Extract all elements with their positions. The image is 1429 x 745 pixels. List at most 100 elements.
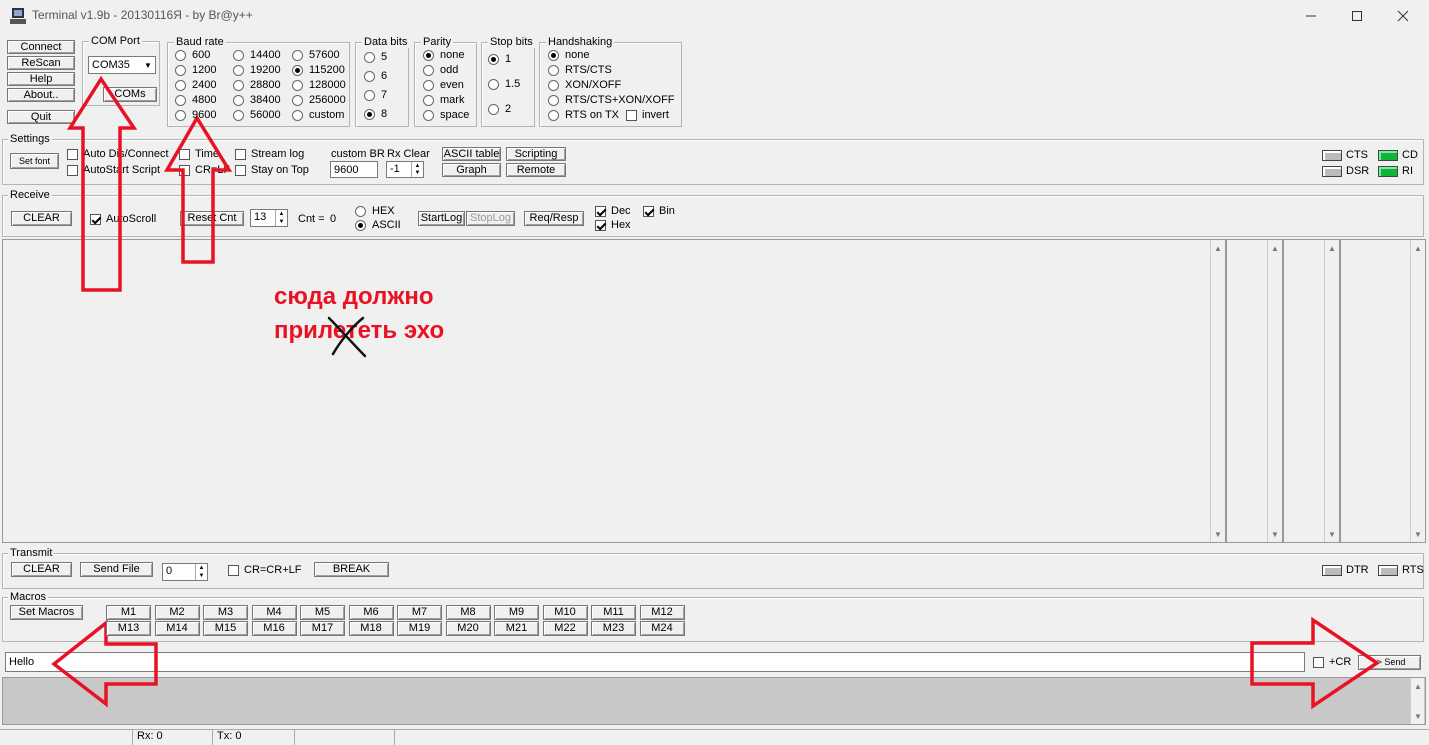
parity-radio-space[interactable]: space <box>423 110 469 121</box>
macro-button-m7[interactable]: M7 <box>397 605 442 620</box>
set-macros-button[interactable]: Set Macros <box>10 605 83 620</box>
macro-button-m24[interactable]: M24 <box>639 621 685 636</box>
macro-button-m8[interactable]: M8 <box>445 605 491 620</box>
baud-radio-1200[interactable]: 1200 <box>175 65 216 76</box>
data-bits-radio-5[interactable]: 5 <box>364 52 387 63</box>
baud-radio-custom[interactable]: custom <box>292 110 344 121</box>
ascii-radio[interactable]: ASCII <box>355 220 401 231</box>
parity-radio-none[interactable]: none <box>423 50 464 61</box>
baud-radio-4800[interactable]: 4800 <box>175 95 216 106</box>
startlog-button[interactable]: StartLog <box>418 211 465 226</box>
stop-bits-radio-1-5[interactable]: 1.5 <box>488 79 520 90</box>
scripting-button[interactable]: Scripting <box>506 147 566 161</box>
parity-radio-odd[interactable]: odd <box>423 65 458 76</box>
hex-scrollbar[interactable]: ▲ ▼ <box>1324 240 1338 542</box>
receive-clear-button[interactable]: CLEAR <box>11 211 72 226</box>
connect-button[interactable]: Connect <box>7 40 75 54</box>
parity-radio-even[interactable]: even <box>423 80 464 91</box>
baud-radio-128000[interactable]: 128000 <box>292 80 346 91</box>
data-bits-radio-7[interactable]: 7 <box>364 90 387 101</box>
macro-button-m17[interactable]: M17 <box>300 621 345 636</box>
help-button[interactable]: Help <box>7 72 75 86</box>
macro-button-m6[interactable]: M6 <box>348 605 394 620</box>
rescan-button[interactable]: ReScan <box>7 56 75 70</box>
maximize-button[interactable] <box>1334 0 1380 31</box>
scroll-up-icon[interactable]: ▲ <box>1411 680 1425 692</box>
scroll-down-icon[interactable]: ▼ <box>1325 528 1339 540</box>
send-file-button[interactable]: Send File <box>80 562 153 577</box>
ascii-table-button[interactable]: ASCII table <box>442 147 501 161</box>
set-font-button[interactable]: Set font <box>10 153 59 169</box>
baud-radio-14400[interactable]: 14400 <box>233 50 281 61</box>
baud-radio-256000[interactable]: 256000 <box>292 95 346 106</box>
macro-button-m9[interactable]: M9 <box>494 605 539 620</box>
handshaking-radio-1[interactable]: none <box>548 50 589 61</box>
remote-button[interactable]: Remote <box>506 163 566 177</box>
baud-radio-2400[interactable]: 2400 <box>175 80 216 91</box>
invert-checkbox[interactable]: invert <box>626 110 669 121</box>
minimize-button[interactable] <box>1288 0 1334 31</box>
stop-bits-radio-2[interactable]: 2 <box>488 104 511 115</box>
scroll-down-icon[interactable]: ▼ <box>1411 710 1425 722</box>
handshaking-radio-2[interactable]: RTS/CTS <box>548 65 612 76</box>
stream-log-checkbox[interactable]: Stream log <box>235 149 304 160</box>
scroll-up-icon[interactable]: ▲ <box>1411 242 1425 254</box>
baud-radio-115200[interactable]: 115200 <box>292 65 345 76</box>
data-bits-radio-8[interactable]: 8 <box>364 109 387 120</box>
macro-button-m4[interactable]: M4 <box>251 605 297 620</box>
scroll-down-icon[interactable]: ▼ <box>1411 528 1425 540</box>
macro-button-m18[interactable]: M18 <box>348 621 394 636</box>
macro-button-m22[interactable]: M22 <box>542 621 588 636</box>
plus-cr-checkbox[interactable]: +CR <box>1313 657 1351 668</box>
hex-checkbox[interactable]: Hex <box>595 220 631 231</box>
macro-button-m21[interactable]: M21 <box>494 621 539 636</box>
macro-button-m15[interactable]: M15 <box>203 621 248 636</box>
scroll-down-icon[interactable]: ▼ <box>1211 528 1225 540</box>
macro-button-m14[interactable]: M14 <box>154 621 200 636</box>
handshaking-radio-5[interactable]: RTS on TX <box>548 110 619 121</box>
transmit-history-area[interactable] <box>2 677 1426 725</box>
com-port-select[interactable]: COM35 ▼ <box>88 56 156 74</box>
scroll-up-icon[interactable]: ▲ <box>1268 242 1282 254</box>
macro-button-m10[interactable]: M10 <box>542 605 588 620</box>
send-input[interactable]: Hello <box>5 652 1305 672</box>
parity-radio-mark[interactable]: mark <box>423 95 464 106</box>
macro-button-m1[interactable]: M1 <box>106 605 151 620</box>
macro-button-m11[interactable]: M11 <box>591 605 636 620</box>
macro-button-m16[interactable]: M16 <box>251 621 297 636</box>
handshaking-radio-4[interactable]: RTS/CTS+XON/XOFF <box>548 95 675 106</box>
break-button[interactable]: BREAK <box>314 562 389 577</box>
data-bits-radio-6[interactable]: 6 <box>364 71 387 82</box>
quit-button[interactable]: Quit <box>7 110 75 124</box>
macro-button-m3[interactable]: M3 <box>203 605 248 620</box>
coms-button[interactable]: COMs <box>103 87 157 102</box>
receive-scrollbar[interactable]: ▲ ▼ <box>1210 240 1224 542</box>
baud-radio-38400[interactable]: 38400 <box>233 95 281 106</box>
hex-radio[interactable]: HEX <box>355 206 395 217</box>
stop-bits-radio-1[interactable]: 1 <box>488 54 511 65</box>
stay-on-top-checkbox[interactable]: Stay on Top <box>235 165 309 176</box>
transmit-spinner[interactable]: 0 ▲ ▼ <box>162 563 208 581</box>
baud-radio-56000[interactable]: 56000 <box>233 110 281 121</box>
baud-radio-19200[interactable]: 19200 <box>233 65 281 76</box>
macro-button-m19[interactable]: M19 <box>397 621 442 636</box>
dec-checkbox[interactable]: Dec <box>595 206 631 217</box>
close-button[interactable] <box>1380 0 1426 31</box>
macro-button-m13[interactable]: M13 <box>106 621 151 636</box>
stoplog-button[interactable]: StopLog <box>466 211 515 226</box>
auto-dis-connect-checkbox[interactable]: Auto Dis/Connect <box>67 149 169 160</box>
receive-text-area[interactable] <box>2 239 1226 543</box>
bin-scrollbar[interactable]: ▲ ▼ <box>1410 240 1424 542</box>
autoscroll-checkbox[interactable]: AutoScroll <box>90 214 156 225</box>
macro-button-m2[interactable]: M2 <box>154 605 200 620</box>
transmit-clear-button[interactable]: CLEAR <box>11 562 72 577</box>
baud-radio-57600[interactable]: 57600 <box>292 50 340 61</box>
scroll-up-icon[interactable]: ▲ <box>1211 242 1225 254</box>
scroll-up-icon[interactable]: ▲ <box>1325 242 1339 254</box>
send-button[interactable]: -> Send <box>1358 655 1421 670</box>
rx-clear-spinner[interactable]: -1 ▲ ▼ <box>386 161 424 178</box>
macro-button-m20[interactable]: M20 <box>445 621 491 636</box>
graph-button[interactable]: Graph <box>442 163 501 177</box>
baud-radio-600[interactable]: 600 <box>175 50 210 61</box>
history-scrollbar[interactable]: ▲ ▼ <box>1410 678 1424 724</box>
